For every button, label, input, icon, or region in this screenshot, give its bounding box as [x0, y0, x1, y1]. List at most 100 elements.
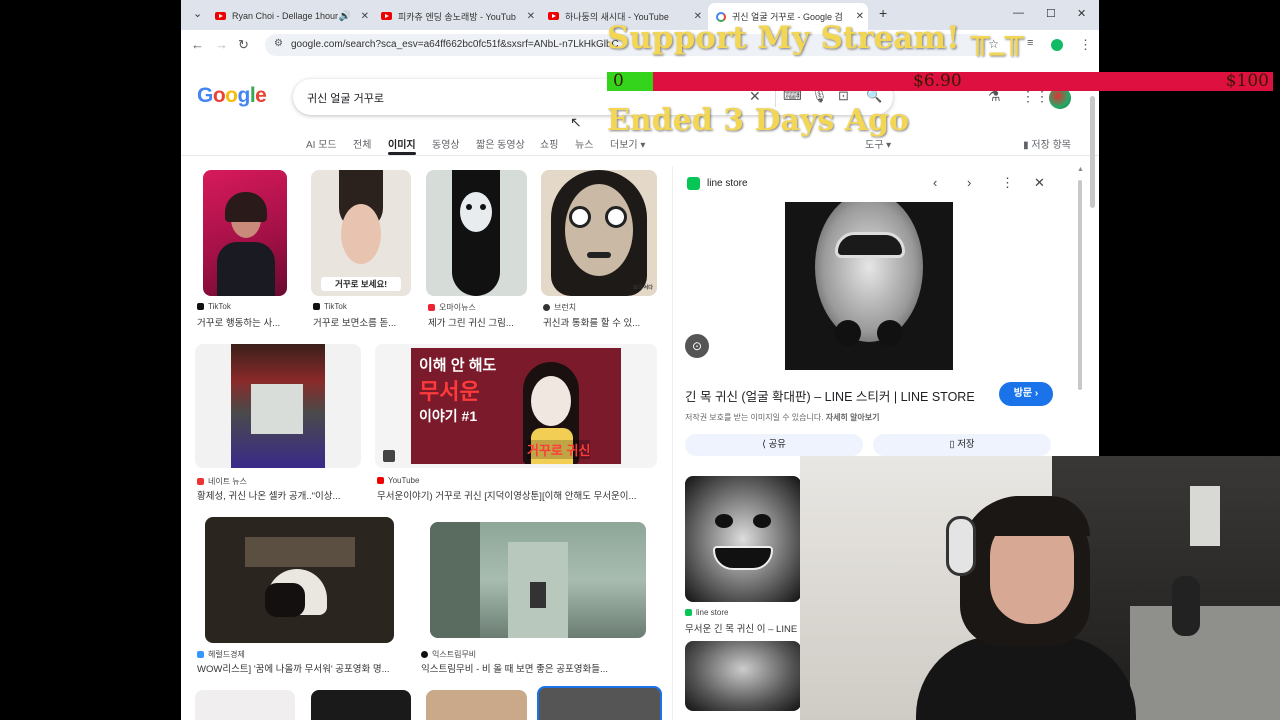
result-source-3[interactable]: 오마이뉴스	[428, 302, 476, 313]
result-source-2[interactable]: TikTok	[313, 302, 347, 311]
tab-images[interactable]: 이미지	[388, 136, 416, 155]
tab-videos[interactable]: 동영상	[432, 136, 460, 151]
result-title-2[interactable]: 거꾸로 보면소름 돋...	[313, 315, 411, 329]
scroll-up-icon[interactable]: ▲	[1077, 166, 1084, 173]
more-icon[interactable]: ⋮	[1001, 175, 1014, 191]
minimize-button[interactable]: —	[1013, 7, 1024, 19]
result-image-6[interactable]: 이해 안 해도 무서운 이야기 #1 거꾸로 귀신	[375, 344, 657, 468]
result-image-7[interactable]	[205, 517, 394, 643]
result-title-4[interactable]: 귀신과 통화를 할 수 있...	[543, 315, 657, 329]
result-title-6[interactable]: 무서운이야기) 거꾸로 귀신 [지덕이영상툰][이해 안해도 무서운이...	[377, 488, 657, 502]
result-image-10[interactable]	[311, 690, 411, 720]
ended-text: Ended 3 Days Ago	[607, 103, 909, 138]
tab-all[interactable]: 전체	[353, 136, 371, 151]
lens-icon[interactable]: ⊙	[685, 334, 709, 358]
maximize-button[interactable]: ☐	[1046, 7, 1056, 20]
result-source-4[interactable]: 브런치	[543, 302, 576, 313]
next-icon[interactable]: ›	[967, 175, 971, 190]
source-label: 네이트 뉴스	[208, 477, 248, 486]
prev-icon[interactable]: ‹	[933, 175, 937, 190]
related-title[interactable]: 무서운 긴 목 귀신 이 – LINE ...	[685, 621, 803, 635]
result-image-1[interactable]	[203, 170, 287, 296]
close-icon[interactable]: ✕	[527, 11, 535, 22]
result-image-9[interactable]	[195, 690, 295, 720]
result-image-2[interactable]: 거꾸로 보세요!	[311, 170, 411, 296]
result-source-7[interactable]: 헤럴드경제	[197, 649, 245, 660]
related-source[interactable]: line store	[685, 608, 728, 617]
tab-short-videos[interactable]: 짧은 동영상	[476, 136, 525, 151]
tab-ai-mode[interactable]: AI 모드	[306, 136, 337, 151]
close-icon[interactable]: ✕	[361, 11, 369, 22]
save-button[interactable]: ▯ 저장	[873, 434, 1051, 456]
source-label: 브런치	[554, 303, 577, 312]
forward-icon[interactable]: →	[215, 37, 228, 52]
result-title-3[interactable]: 제가 그린 귀신 그림...	[428, 315, 527, 329]
result-image-3[interactable]	[426, 170, 527, 296]
result-source-5[interactable]: 네이트 뉴스	[197, 476, 247, 487]
face-shape	[565, 184, 633, 276]
result-source-6[interactable]: YouTube	[377, 476, 419, 485]
body-shape	[217, 242, 275, 296]
tab-shopping[interactable]: 쇼핑	[540, 136, 558, 151]
copyright-note: 저작권 보호를 받는 이미지일 수 있습니다. 자세히 알아보기	[685, 412, 879, 423]
selfie-shape	[251, 384, 303, 434]
eye-shape	[835, 320, 861, 346]
result-source-1[interactable]: TikTok	[197, 302, 231, 311]
scrollbar[interactable]: ▲	[1075, 166, 1085, 396]
tab-search-icon[interactable]: ⌄	[193, 7, 202, 20]
close-window-button[interactable]: ✕	[1077, 7, 1086, 20]
profile-icon[interactable]	[1051, 39, 1063, 51]
herald-icon	[197, 651, 204, 658]
result-title-8[interactable]: 익스트림무비 - 비 올 때 보면 좋은 공포영화들...	[421, 661, 647, 675]
result-title-7[interactable]: WOW리스트] '꿈에 나올까 무서워' 공포영화 명...	[197, 661, 397, 675]
share-button[interactable]: ⟨ 공유	[685, 434, 863, 456]
reload-icon[interactable]: ↻	[238, 37, 249, 53]
tiktok-icon	[197, 303, 204, 310]
tab-ryan-choi[interactable]: Ryan Choi - Dellage 1hour 🔊 ✕	[213, 4, 373, 28]
thumb-line1: 이해 안 해도	[419, 357, 497, 374]
visit-button[interactable]: 방문 ›	[999, 382, 1053, 406]
video-badge-icon	[383, 450, 395, 462]
saved-label: 저장 항목	[1031, 140, 1071, 151]
tab-pikachu[interactable]: 피카츄 엔딩 송노래방 - YouTub ✕	[379, 4, 539, 28]
close-icon[interactable]: ✕	[1034, 175, 1045, 191]
related-image-2[interactable]	[685, 641, 801, 711]
thumb-line2: 무서운	[419, 379, 480, 404]
extensions-icon[interactable]: ≡	[1027, 37, 1033, 49]
result-image-4[interactable]: 보다 서다	[541, 170, 657, 296]
page-scrollbar-thumb[interactable]	[1090, 96, 1095, 208]
eye-shape	[569, 206, 591, 228]
wall-shape	[430, 522, 480, 638]
saved-items-button[interactable]: ▮ 저장 항목	[1023, 136, 1071, 151]
panel-title[interactable]: 긴 목 귀신 (얼굴 확대판) – LINE 스티커 | LINE STORE	[685, 386, 975, 405]
eye-shape	[877, 320, 903, 346]
webcam-feed	[800, 456, 1280, 720]
result-image-11[interactable]	[426, 690, 527, 720]
learn-more-link[interactable]: 자세히 알아보기	[826, 413, 880, 422]
scrollbar-thumb[interactable]	[1078, 180, 1082, 390]
back-icon[interactable]: ←	[191, 37, 204, 52]
tab-news[interactable]: 뉴스	[575, 136, 593, 151]
goal-current-label: $6.90	[913, 71, 962, 91]
speaker-icon[interactable]: 🔊	[339, 11, 351, 22]
result-title-1[interactable]: 거꾸로 행동하는 사...	[197, 315, 297, 329]
result-image-5[interactable]	[195, 344, 361, 468]
tab-more[interactable]: 더보기 ▾	[610, 136, 645, 151]
tab-label: 피카츄 엔딩 송노래방 - YouTub	[398, 11, 516, 22]
result-title-5[interactable]: 황제성, 귀신 나온 셀카 공개.."이상...	[197, 488, 363, 502]
tools-button[interactable]: 도구 ▾	[865, 136, 891, 151]
menu-icon[interactable]: ⋮	[1079, 37, 1092, 53]
preview-image[interactable]	[785, 202, 953, 370]
result-image-8[interactable]	[430, 522, 646, 638]
mouth-shape	[835, 232, 905, 258]
related-image-1[interactable]	[685, 476, 801, 602]
google-logo[interactable]: Google	[197, 84, 267, 108]
new-tab-button[interactable]: +	[879, 5, 887, 21]
face-shape	[341, 204, 381, 264]
panel-source[interactable]: line store	[707, 178, 748, 189]
result-image-selected[interactable]	[537, 686, 662, 720]
copyright-text: 저작권 보호를 받는 이미지일 수 있습니다.	[685, 413, 824, 422]
result-source-8[interactable]: 익스트림무비	[421, 649, 476, 660]
desk-shape	[1130, 606, 1280, 720]
site-info-icon[interactable]: ⚙	[274, 38, 283, 49]
